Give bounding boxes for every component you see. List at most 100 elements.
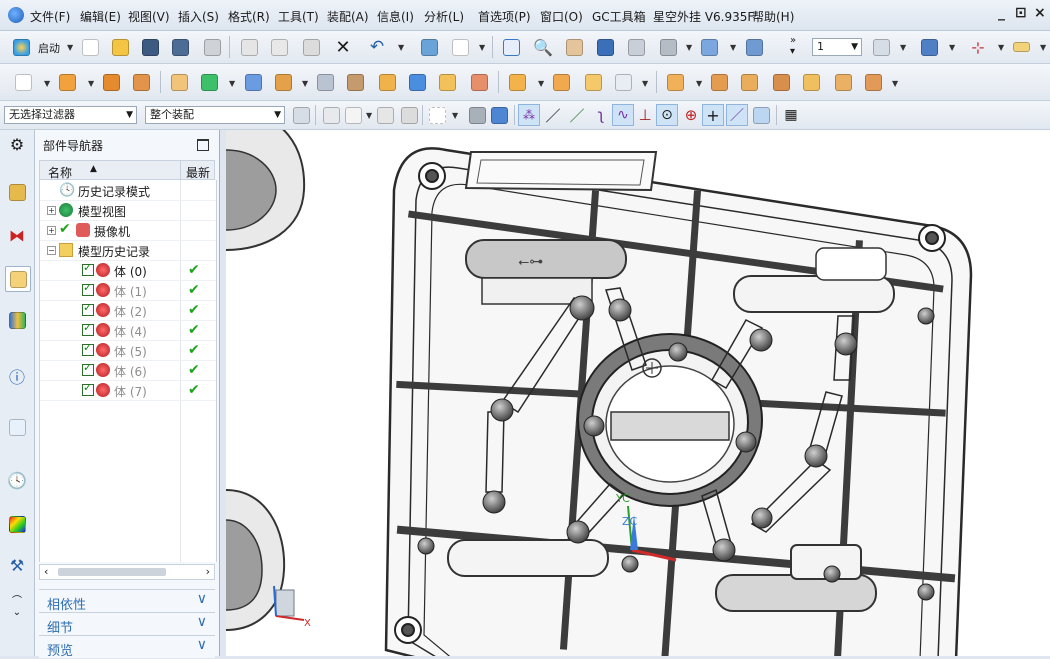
- undo-dropdown-icon[interactable]: ▼: [398, 43, 404, 52]
- face-cut-icon[interactable]: [612, 71, 634, 93]
- delete-face-icon[interactable]: [832, 71, 854, 93]
- block-icon[interactable]: [100, 71, 122, 93]
- open-folder-icon[interactable]: [109, 36, 131, 58]
- new-file-icon[interactable]: [79, 36, 101, 58]
- tree-node-model-history[interactable]: − 模型历史记录: [40, 240, 216, 261]
- selection-filter-select[interactable]: 无选择过滤器 ▼: [4, 106, 137, 124]
- menu-format[interactable]: 格式(R): [228, 8, 270, 25]
- layer-select[interactable]: 1 ▼: [812, 38, 862, 56]
- print-icon[interactable]: [201, 36, 223, 58]
- menu-analysis[interactable]: 分析(L): [424, 8, 464, 25]
- navigator-horizontal-scrollbar[interactable]: ‹ ›: [39, 564, 215, 580]
- visibility-checkbox[interactable]: [82, 341, 94, 356]
- snap-midpoint-icon[interactable]: ／: [566, 104, 588, 126]
- tree-node-model-views[interactable]: + 模型视图: [40, 200, 216, 221]
- perspective-icon[interactable]: [625, 36, 647, 58]
- menu-insert[interactable]: 插入(S): [178, 8, 219, 25]
- select-dropdown-icon[interactable]: ▼: [366, 111, 372, 120]
- graphics-viewport[interactable]: ⭠⊶ YC ZC X: [226, 130, 1050, 656]
- menu-window[interactable]: 窗口(O): [540, 8, 583, 25]
- column-name[interactable]: 名称: [48, 164, 72, 181]
- menu-preferences[interactable]: 首选项(P): [478, 8, 531, 25]
- face-dropdown-icon[interactable]: ▼: [642, 79, 648, 88]
- menu-edit[interactable]: 编辑(E): [80, 8, 121, 25]
- collapse-icon[interactable]: −: [47, 246, 56, 255]
- layer-settings-icon[interactable]: [870, 36, 892, 58]
- remove-params-icon[interactable]: [862, 71, 884, 93]
- body-filter-icon[interactable]: [466, 104, 488, 126]
- snap-on-face-icon[interactable]: [750, 104, 772, 126]
- save-icon[interactable]: [139, 36, 161, 58]
- datum-dropdown-icon[interactable]: ▼: [229, 79, 235, 88]
- snap-intersection-icon[interactable]: ⊥: [634, 104, 656, 126]
- history-palette-icon[interactable]: [5, 415, 29, 439]
- tree-node-history-mode[interactable]: 🕓 历史记录模式: [40, 180, 216, 201]
- orient-view-icon[interactable]: [698, 36, 720, 58]
- section-dependencies[interactable]: 相依性 ∨: [39, 589, 215, 613]
- chevron-down-icon[interactable]: ∨: [197, 614, 207, 630]
- minimize-button[interactable]: _: [998, 5, 1005, 21]
- menu-view[interactable]: 视图(V): [128, 8, 170, 25]
- close-button[interactable]: ×: [1034, 5, 1046, 21]
- unite-icon[interactable]: [130, 71, 152, 93]
- scroll-left-icon[interactable]: ‹: [44, 565, 48, 578]
- tree-node-cameras[interactable]: + ✔ 摄像机: [40, 220, 216, 241]
- wcs-icon[interactable]: ⊹: [967, 36, 989, 58]
- measure-icon[interactable]: [1010, 36, 1032, 58]
- start-dropdown-icon[interactable]: ▼: [67, 43, 73, 52]
- tree-node-body-5[interactable]: 体 (5) ✔: [40, 340, 216, 361]
- draft-icon[interactable]: [582, 71, 604, 93]
- visibility-checkbox[interactable]: [82, 361, 94, 376]
- assembly-navigator-icon[interactable]: [5, 180, 29, 204]
- snap-line-icon[interactable]: ／: [542, 104, 564, 126]
- thicken-icon[interactable]: [314, 71, 336, 93]
- select-feature-icon[interactable]: [374, 104, 396, 126]
- select-lasso-icon[interactable]: [398, 104, 420, 126]
- snap-existing-point-icon[interactable]: +: [702, 104, 724, 126]
- repeat-command-icon[interactable]: [418, 36, 440, 58]
- menu-gc-toolbox[interactable]: GC工具箱: [592, 8, 646, 25]
- tree-node-body-1[interactable]: 体 (1) ✔: [40, 280, 216, 301]
- snap-endpoint-icon[interactable]: ⁂: [518, 104, 540, 126]
- snap-on-curve-icon[interactable]: ／: [726, 104, 748, 126]
- wave-link-icon[interactable]: [770, 71, 792, 93]
- datum-point-icon[interactable]: [198, 71, 220, 93]
- layer-dropdown-icon[interactable]: ▼: [900, 43, 906, 52]
- offset-face-icon[interactable]: [468, 71, 490, 93]
- start-icon[interactable]: [10, 36, 32, 58]
- expand-icon[interactable]: +: [47, 226, 56, 235]
- tree-node-body-4[interactable]: 体 (4) ✔: [40, 320, 216, 341]
- grid-icon[interactable]: ▦: [780, 104, 802, 126]
- finder-dropdown-icon[interactable]: ▼: [479, 43, 485, 52]
- chevron-down-icon[interactable]: ∨: [197, 637, 207, 653]
- start-label[interactable]: 启动: [38, 40, 60, 56]
- background-icon[interactable]: [743, 36, 765, 58]
- reuse-library-icon[interactable]: [5, 308, 29, 332]
- orient-dropdown-icon[interactable]: ▼: [730, 43, 736, 52]
- save-as-icon[interactable]: [169, 36, 191, 58]
- toolbar-overflow-icon[interactable]: » ▾: [790, 35, 796, 57]
- tree-node-body-7[interactable]: 体 (7) ✔: [40, 380, 216, 401]
- assembly-scope-select[interactable]: 整个装配 ▼: [145, 106, 285, 124]
- cut-icon[interactable]: [238, 36, 260, 58]
- shell-icon[interactable]: [272, 71, 294, 93]
- copy-icon[interactable]: [268, 36, 290, 58]
- restore-button[interactable]: ⊡: [1015, 5, 1027, 21]
- menu-assembly[interactable]: 装配(A): [327, 8, 369, 25]
- trim-body-icon[interactable]: [436, 71, 458, 93]
- visibility-checkbox[interactable]: [82, 261, 94, 276]
- section-details[interactable]: 细节 ∨: [39, 612, 215, 636]
- scroll-right-icon[interactable]: ›: [206, 565, 210, 578]
- visibility-checkbox[interactable]: [82, 281, 94, 296]
- tree-node-body-6[interactable]: 体 (6) ✔: [40, 360, 216, 381]
- extrude-icon[interactable]: [56, 71, 78, 93]
- emboss-icon[interactable]: [344, 71, 366, 93]
- delete-icon[interactable]: ✕: [332, 36, 354, 58]
- system-materials-icon[interactable]: [5, 512, 29, 536]
- sweep-icon[interactable]: [376, 71, 398, 93]
- part-navigator-icon[interactable]: [5, 266, 31, 292]
- process-studio-icon[interactable]: ⚒: [5, 553, 29, 577]
- blend-dropdown-icon[interactable]: ▼: [538, 79, 544, 88]
- constraint-navigator-icon[interactable]: ⧓: [5, 223, 29, 247]
- replace-face-icon[interactable]: [800, 71, 822, 93]
